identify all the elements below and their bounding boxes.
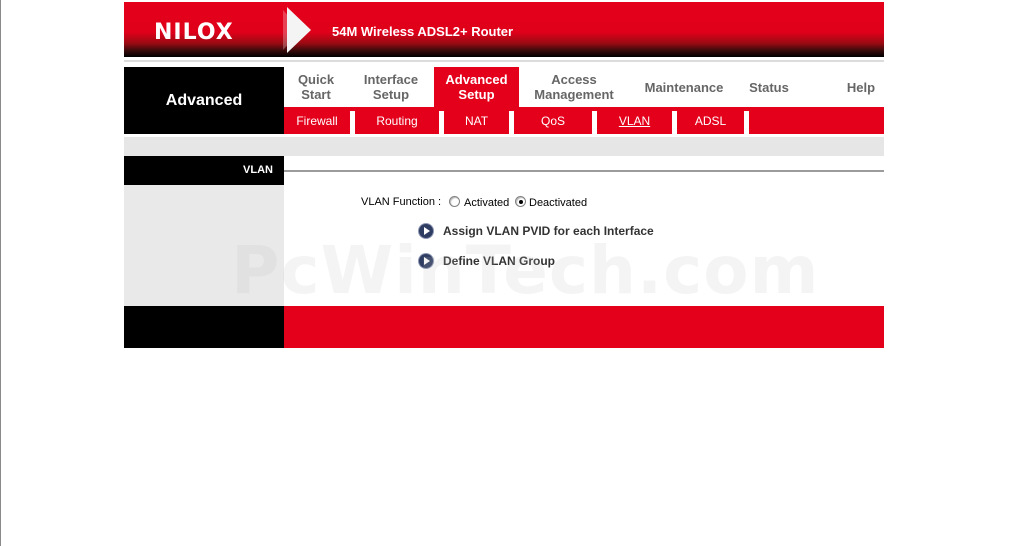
header-banner: NILOX 54M Wireless ADSL2+ Router [124,2,884,57]
subtab-qos[interactable]: QoS [514,107,592,134]
radio-activated[interactable] [449,196,460,207]
tab-advanced-setup[interactable]: Advanced Setup [434,67,519,107]
content-divider [284,170,884,172]
subnav-separator [744,111,749,134]
footer-bar [284,306,884,348]
subtab-adsl[interactable]: ADSL [677,107,744,134]
watermark: PcWinTech.com [231,232,820,309]
panel-label: VLAN [124,156,284,185]
subtab-label: Routing [376,113,418,128]
subtab-label: NAT [464,113,489,128]
subtab-label: VLAN [618,113,651,128]
subtab-firewall[interactable]: Firewall [284,107,350,134]
tab-quick-start[interactable]: Quick Start [284,67,348,107]
radio-activated-label: Activated [464,197,510,209]
header-divider [124,60,884,62]
product-name: 54M Wireless ADSL2+ Router [332,24,514,39]
tab-interface-setup[interactable]: Interface Setup [348,67,434,107]
logo-arrow-icon [287,7,311,53]
tab-status[interactable]: Status [739,67,799,107]
radio-deactivated[interactable] [515,196,526,207]
tab-access-management[interactable]: Access Management [519,67,629,107]
footer-left [124,306,284,348]
radio-deactivated-label: Deactivated [529,197,588,209]
section-title: Advanced [124,67,284,134]
subtab-routing[interactable]: Routing [355,107,439,134]
subtab-label: Firewall [296,113,338,128]
tab-help[interactable]: Help [831,67,891,107]
vlan-function-label: VLAN Function : [361,196,442,208]
subtab-label: ADSL [694,113,727,128]
subtab-nat[interactable]: NAT [444,107,509,134]
grey-band [124,137,884,156]
subtab-vlan[interactable]: VLAN [597,107,672,134]
subtab-label: QoS [540,113,565,128]
tab-maintenance[interactable]: Maintenance [629,67,739,107]
brand-logo: NILOX [154,20,234,45]
